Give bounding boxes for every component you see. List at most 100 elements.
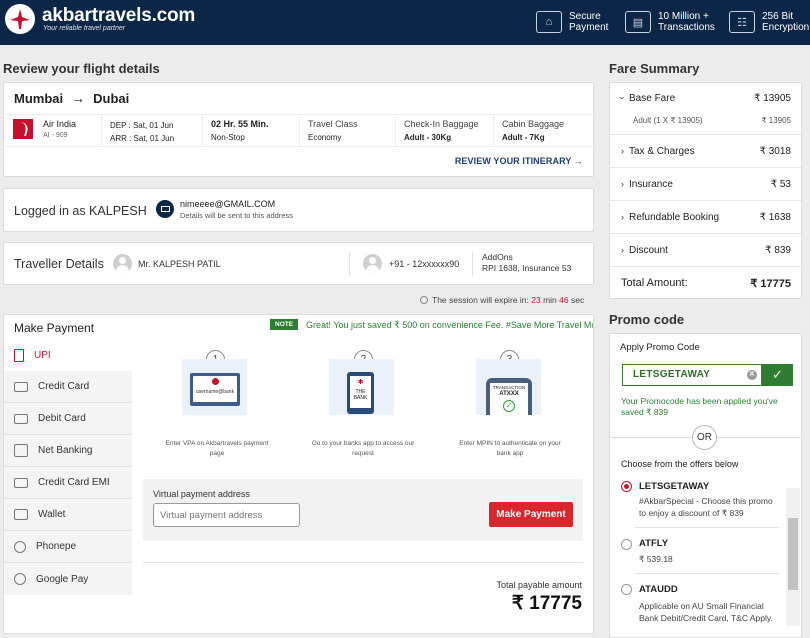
vpa-input[interactable] xyxy=(153,503,300,527)
phonepe-icon xyxy=(14,540,26,553)
make-payment-button[interactable]: Make Payment xyxy=(489,502,573,527)
chevron-right-icon: › xyxy=(621,179,624,189)
chevron-right-icon: › xyxy=(621,245,624,255)
mobile-phone-icon: ✱ THE BANK xyxy=(347,372,374,414)
caption-line: Enter VPA on Akbartravels payment xyxy=(165,440,269,447)
flight-number: AI - 909 xyxy=(43,132,68,139)
refundable-row[interactable]: › Refundable Booking ₹ 1638 xyxy=(610,201,801,234)
monitor-icon: username@bank xyxy=(190,373,240,406)
debit-card-icon xyxy=(14,413,28,424)
note-badge: NOTE xyxy=(270,319,299,330)
session-min-label: min xyxy=(543,295,557,305)
offer-radio-letsgetaway[interactable] xyxy=(621,481,632,492)
convenience-fee-note: Great! You just saved ₹ 500 on convenien… xyxy=(306,320,594,330)
discount-label: Discount xyxy=(629,245,668,256)
divider xyxy=(349,251,350,277)
promo-applied-message: Your Promocode has been applied you've sa… xyxy=(621,396,778,418)
airline-cell: Air India AI - 909 xyxy=(4,115,102,146)
flight-info-row: Air India AI - 909 DEP : Sat, 01 Jun ARR … xyxy=(4,114,597,147)
caption-line: Enter MPIN to authenticate on your xyxy=(459,440,561,447)
total-amount-value: ₹ 17775 xyxy=(750,278,791,290)
arrow-right-icon: → xyxy=(573,156,583,166)
divider xyxy=(635,527,779,528)
desc-line: to enjoy a discount of ₹ 839 xyxy=(639,508,744,518)
class-value: Economy xyxy=(308,133,342,142)
insurance-row[interactable]: › Insurance ₹ 53 xyxy=(610,168,801,201)
duration-cell: 02 Hr. 55 Min. Non-Stop xyxy=(203,115,300,146)
offers-scrollbar[interactable] xyxy=(786,488,800,626)
stops: Non-Stop xyxy=(211,133,245,142)
offer-description: #AkbarSpecial - Choose this promo to enjo… xyxy=(639,495,773,519)
offer-radio-ataudd[interactable] xyxy=(621,584,632,595)
vpa-section: Virtual payment address Make Payment xyxy=(143,479,583,541)
step-2-caption: Go to your banks app to access our reques… xyxy=(302,439,424,459)
refundable-value: ₹ 1638 xyxy=(759,212,791,223)
method-wallet[interactable]: Wallet xyxy=(4,499,132,531)
cabin-label: Cabin Baggage xyxy=(502,119,565,129)
method-net-banking[interactable]: Net Banking xyxy=(4,435,132,467)
arrow-right-icon: → xyxy=(71,90,86,106)
checkin-value: Adult - 30Kg xyxy=(404,133,452,142)
total-payable-value: ₹ 17775 xyxy=(511,593,582,614)
tax-value: ₹ 3018 xyxy=(759,146,791,157)
check-icon: ✓ xyxy=(503,400,515,412)
bank-logo-icon: ✱ xyxy=(357,379,364,386)
session-sec-label: sec xyxy=(571,295,585,305)
promo-code-input[interactable]: LETSGETAWAY ✕ xyxy=(622,364,762,386)
airline-name: Air India xyxy=(43,119,77,129)
step-3-illustration: TRANSACTION ATXXX ✓ xyxy=(476,359,541,415)
offer-radio-atfly[interactable] xyxy=(621,539,632,550)
message-line: saved ₹ 839 xyxy=(621,407,668,417)
offers-title: Choose from the offers below xyxy=(621,459,739,469)
logged-in-label: Logged in as KALPESH xyxy=(14,204,147,218)
upi-icon xyxy=(14,348,24,362)
adult-fare-value: ₹ 13905 xyxy=(761,116,791,125)
session-minutes: 23 xyxy=(531,295,541,305)
login-card: Logged in as KALPESH nimeeee@GMAIL.COM D… xyxy=(3,188,594,232)
fare-summary-card: › Base Fare ₹ 13905 Adult (1 X ₹ 13905) ₹… xyxy=(609,82,802,299)
insurance-label: Insurance xyxy=(629,179,673,190)
departure-date: DEP : Sat, 01 Jun xyxy=(110,121,174,130)
base-fare-value: ₹ 13905 xyxy=(754,93,791,104)
user-email: nimeeee@GMAIL.COM xyxy=(180,199,276,209)
air-india-logo-icon xyxy=(13,119,33,139)
caption-line: page xyxy=(209,450,225,457)
method-google-pay[interactable]: Google Pay xyxy=(4,563,132,595)
transactions-icon: ▤ xyxy=(625,11,651,33)
google-pay-icon xyxy=(14,573,26,585)
method-credit-card-emi[interactable]: Credit Card EMI xyxy=(4,467,132,499)
method-label: Google Pay xyxy=(36,573,89,585)
akbar-logo-icon[interactable] xyxy=(5,4,35,34)
tax-row[interactable]: › Tax & Charges ₹ 3018 xyxy=(610,135,801,168)
method-label: Credit Card xyxy=(38,381,90,392)
scrollbar-thumb[interactable] xyxy=(788,518,798,590)
arrival-date: ARR : Sat, 01 Jun xyxy=(110,134,175,143)
brand-name[interactable]: akbartravels.com xyxy=(42,5,195,27)
offer-description: ₹ 539.18 xyxy=(639,554,673,564)
secure-payment-icon: ⌂ xyxy=(536,11,562,33)
badge-line: Payment xyxy=(569,22,609,33)
review-itinerary-link[interactable]: REVIEW YOUR ITINERARY → xyxy=(455,156,583,166)
method-label: Net Banking xyxy=(38,445,93,456)
cabin-cell: Cabin Baggage Adult - 7Kg xyxy=(494,115,595,146)
clock-icon xyxy=(420,296,428,304)
site-header: akbartravels.com Your reliable travel pa… xyxy=(0,0,810,45)
promo-code-title: Promo code xyxy=(609,312,685,327)
apply-promo-button[interactable]: ✓ xyxy=(762,364,793,386)
step-1-illustration: username@bank xyxy=(182,359,247,415)
method-label: Credit Card EMI xyxy=(38,477,110,488)
caption-line: Go to your banks app to access our xyxy=(311,440,415,447)
promo-code-value: LETSGETAWAY xyxy=(633,369,711,380)
username-bank-text: username@bank xyxy=(195,389,235,395)
offers-card: Choose from the offers below LETSGETAWAY… xyxy=(609,438,802,638)
method-upi[interactable]: UPI xyxy=(4,339,132,371)
base-fare-row[interactable]: › Base Fare ₹ 13905 Adult (1 X ₹ 13905) ₹… xyxy=(610,83,801,135)
traveller-name: Mr. KALPESH PATIL xyxy=(138,259,221,269)
method-phonepe[interactable]: Phonepe xyxy=(4,531,132,563)
discount-row[interactable]: › Discount ₹ 839 xyxy=(610,234,801,267)
method-debit-card[interactable]: Debit Card xyxy=(4,403,132,435)
adult-fare-label: Adult (1 X ₹ 13905) xyxy=(633,116,703,125)
method-credit-card[interactable]: Credit Card xyxy=(4,371,132,403)
clear-icon[interactable]: ✕ xyxy=(747,370,757,380)
chevron-down-icon: › xyxy=(617,96,628,100)
